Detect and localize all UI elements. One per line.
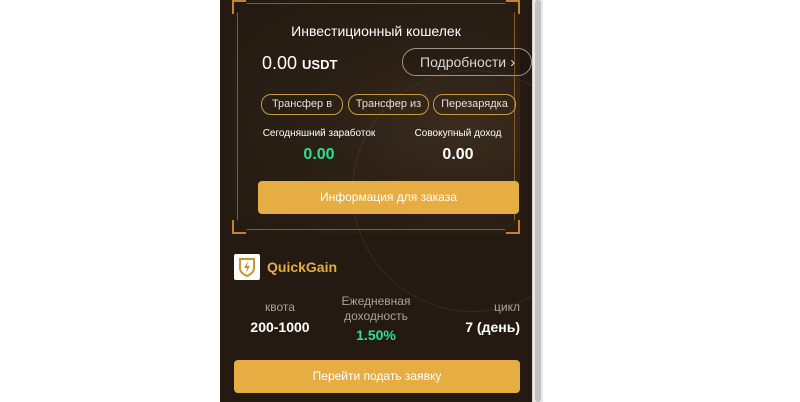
product-name: QuickGain [267,259,338,275]
total-income-label: Совокупный доход [414,128,502,139]
today-earnings-value: 0.00 [303,146,335,163]
total-income-value: 0.00 [442,146,474,163]
details-label: Подробности [420,54,507,70]
daily-yield-label-line2: доходность [344,309,408,323]
shield-bolt-logo-icon [234,254,260,280]
apply-button[interactable]: Перейти подать заявку [234,360,520,393]
today-earnings-label: Сегодняшний заработок [262,128,376,139]
cycle-value: 7 (день) [465,319,520,335]
balance-amount: 0.00 [262,53,298,73]
recharge-button[interactable]: Перезарядка [433,94,516,115]
daily-yield-value: 1.50% [356,327,396,343]
corner-ornament [506,220,520,234]
transfer-in-button[interactable]: Трансфер в [261,94,343,115]
quota-value: 200-1000 [250,319,310,335]
balance-currency: USDT [302,57,338,72]
corner-ornament [232,220,246,234]
scrollbar[interactable] [532,0,543,402]
details-button[interactable]: Подробности › [402,48,532,76]
quota-label: квота [265,300,295,314]
scrollbar-thumb[interactable] [535,0,541,402]
corner-ornament [232,0,246,14]
daily-yield-label-line1: Ежедневная [341,294,411,308]
chevron-right-icon: › [510,54,516,71]
cycle-label: цикл [494,300,520,314]
wallet-balance: 0.00 USDT [262,53,337,74]
wallet-title: Инвестиционный кошелек [291,23,461,39]
daily-yield-label: Ежедневная доходность [332,294,420,324]
app-screen: Инвестиционный кошелек 0.00 USDT Подробно… [220,0,532,402]
order-info-button[interactable]: Информация для заказа [258,181,519,214]
transfer-out-button[interactable]: Трансфер из [348,94,429,115]
corner-ornament [506,0,520,14]
investment-wallet-card: Инвестиционный кошелек 0.00 USDT Подробно… [232,0,532,312]
